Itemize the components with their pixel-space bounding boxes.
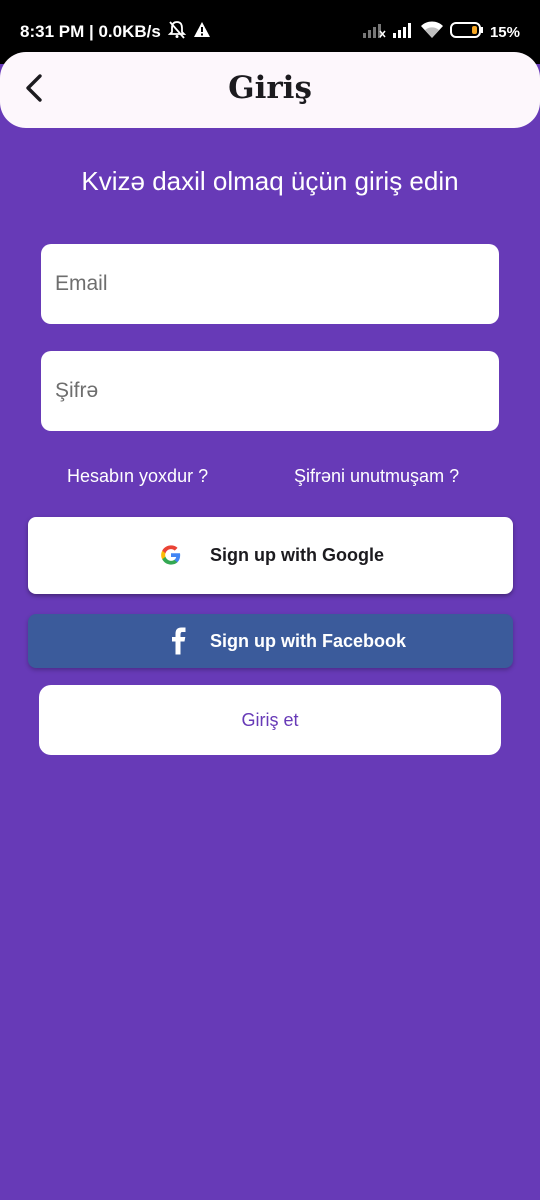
signal-weak-icon [362,21,386,43]
status-time-network: 8:31 PM | 0.0KB/s [20,22,161,41]
password-field[interactable] [41,351,499,431]
email-field[interactable] [41,244,499,324]
facebook-button-label: Sign up with Facebook [210,631,407,651]
facebook-signup-button[interactable]: Sign up with Facebook [28,614,513,668]
login-subtitle: Kvizə daxil olmaq üçün giriş edin [81,166,459,196]
facebook-icon [170,627,188,655]
alert-icon [193,21,211,44]
login-button[interactable]: Giriş et [39,685,501,755]
status-left: 8:31 PM | 0.0KB/s [20,20,211,44]
google-icon [160,544,182,566]
app-bar: Giriş [0,52,540,128]
battery-level: 15% [489,23,520,41]
bell-off-icon [167,20,187,45]
login-button-label: Giriş et [241,709,299,730]
status-right: 15% [362,20,520,44]
google-button-label: Sign up with Google [210,545,384,565]
no-account-link[interactable]: Hesabın yoxdur ? [67,466,208,487]
google-signup-button[interactable]: Sign up with Google [28,517,513,594]
forgot-password-link[interactable]: Şifrəni unutmuşam ? [294,466,459,487]
battery-icon [449,21,484,43]
signal-icon [392,21,414,43]
page-title: Giriş [228,70,312,106]
wifi-icon [420,21,444,43]
